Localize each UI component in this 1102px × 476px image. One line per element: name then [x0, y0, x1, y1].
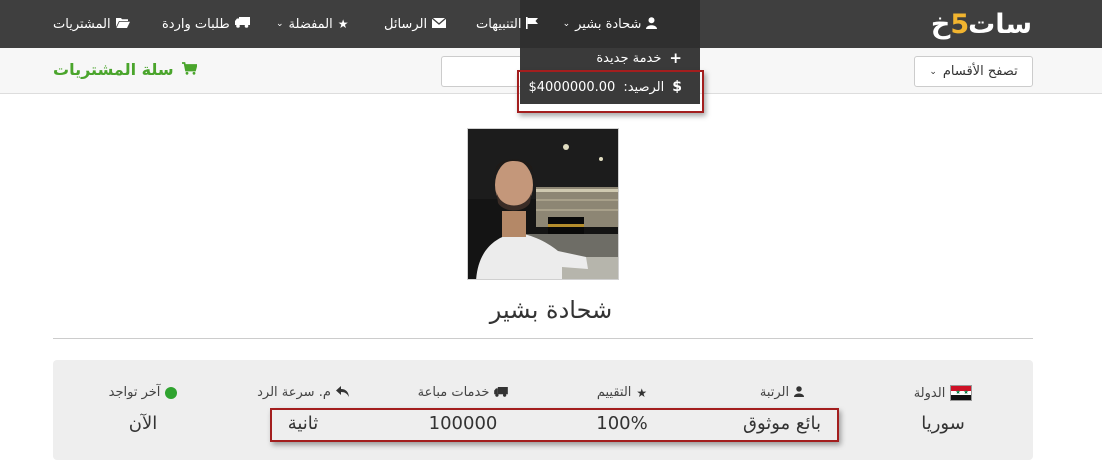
nav-incoming-label: طلبات واردة: [162, 16, 230, 32]
syria-flag-icon: ★ ★: [950, 385, 973, 401]
profile-divider: [53, 338, 1033, 339]
star-icon: ★: [636, 385, 648, 400]
rating-label: التقييم: [596, 385, 632, 400]
chevron-down-icon: ⌄: [562, 19, 571, 29]
nav-purchases[interactable]: المشتريات: [53, 0, 130, 48]
profile-name: شحادة بشير: [489, 296, 613, 324]
nav-purchases-label: المشتريات: [53, 16, 111, 32]
stat-country: ★ ★ الدولة سوريا: [863, 360, 1023, 460]
seller-stats-panel: ★ ★ الدولة سوريا الرتبة بائع موثوق ★ التق…: [53, 360, 1033, 460]
nav-messages-label: الرسائل: [384, 16, 428, 32]
online-dot-icon: [165, 386, 178, 399]
logo-prefix: خ: [930, 8, 951, 40]
chevron-down-icon: ⌄: [929, 66, 937, 77]
stat-rating: ★ التقييم 100%: [542, 360, 702, 460]
star-icon: ★: [337, 17, 349, 31]
stat-response-speed: م. سرعة الرد ثانية: [223, 360, 383, 460]
shopping-cart-link[interactable]: سلة المشتريات: [53, 60, 198, 79]
country-label: الدولة: [913, 385, 946, 401]
stat-services-sold: خدمات مباعة 100000: [383, 360, 543, 460]
site-logo[interactable]: خ 5 سات: [930, 4, 1033, 44]
truck-icon: [494, 386, 509, 400]
rank-value: بائع موثوق: [742, 413, 822, 434]
folder-open-icon: [115, 17, 130, 31]
sold-value: 100000: [428, 413, 498, 434]
chevron-down-icon: ⌄: [276, 19, 284, 29]
response-value: ثانية: [287, 413, 319, 434]
user-icon: [646, 16, 658, 32]
new-service-label: خدمة جديدة: [596, 50, 662, 66]
balance-label: الرصيد:: [623, 79, 665, 95]
last-seen-label: آخر تواجد: [108, 385, 161, 400]
balance-value: $4000000.00: [528, 79, 616, 95]
rating-value: 100%: [596, 413, 648, 434]
balance-menu-item[interactable]: $ الرصيد: $4000000.00: [528, 77, 682, 97]
stat-last-seen: آخر تواجد الآن: [63, 360, 223, 460]
flag-icon: [526, 16, 539, 32]
last-seen-value: الآن: [128, 413, 158, 434]
envelope-icon: [431, 17, 447, 31]
logo-digit: 5: [950, 8, 969, 40]
new-service-menu-item[interactable]: + خدمة جديدة: [596, 48, 682, 68]
nav-incoming-requests[interactable]: طلبات واردة: [162, 0, 250, 48]
browse-categories-label: تصفح الأقسام: [942, 64, 1018, 79]
browse-categories-select[interactable]: تصفح الأقسام ⌄: [914, 56, 1033, 87]
logo-suffix: سات: [968, 8, 1033, 40]
avatar: [467, 128, 619, 280]
dollar-icon: $: [672, 79, 682, 95]
country-value: سوريا: [921, 413, 965, 434]
user-icon: [794, 385, 805, 400]
nav-user-label: شحادة بشير: [575, 16, 642, 32]
cart-label: سلة المشتريات: [53, 60, 174, 79]
rank-label: الرتبة: [759, 385, 790, 400]
user-dropdown-menu: + خدمة جديدة $ الرصيد: $4000000.00: [520, 48, 700, 104]
reply-icon: [335, 385, 349, 400]
top-navbar: خ 5 سات شحادة بشير ⌄ التنبيهات الرسائل ★ ا…: [0, 0, 1102, 48]
nav-user-menu[interactable]: شحادة بشير ⌄: [520, 0, 700, 48]
stat-rank: الرتبة بائع موثوق: [702, 360, 862, 460]
nav-messages[interactable]: الرسائل: [384, 0, 447, 48]
search-input[interactable]: [441, 56, 521, 87]
nav-favorites-label: المفضلة: [288, 16, 333, 32]
sold-label: خدمات مباعة: [417, 385, 490, 400]
shopping-cart-icon: [181, 61, 198, 79]
response-label: م. سرعة الرد: [257, 385, 331, 400]
truck-icon: [234, 17, 250, 31]
nav-notifications-label: التنبيهات: [476, 16, 522, 32]
plus-icon: +: [669, 49, 682, 67]
nav-favorites[interactable]: ★ المفضلة ⌄: [276, 0, 349, 48]
nav-notifications[interactable]: التنبيهات: [476, 0, 539, 48]
